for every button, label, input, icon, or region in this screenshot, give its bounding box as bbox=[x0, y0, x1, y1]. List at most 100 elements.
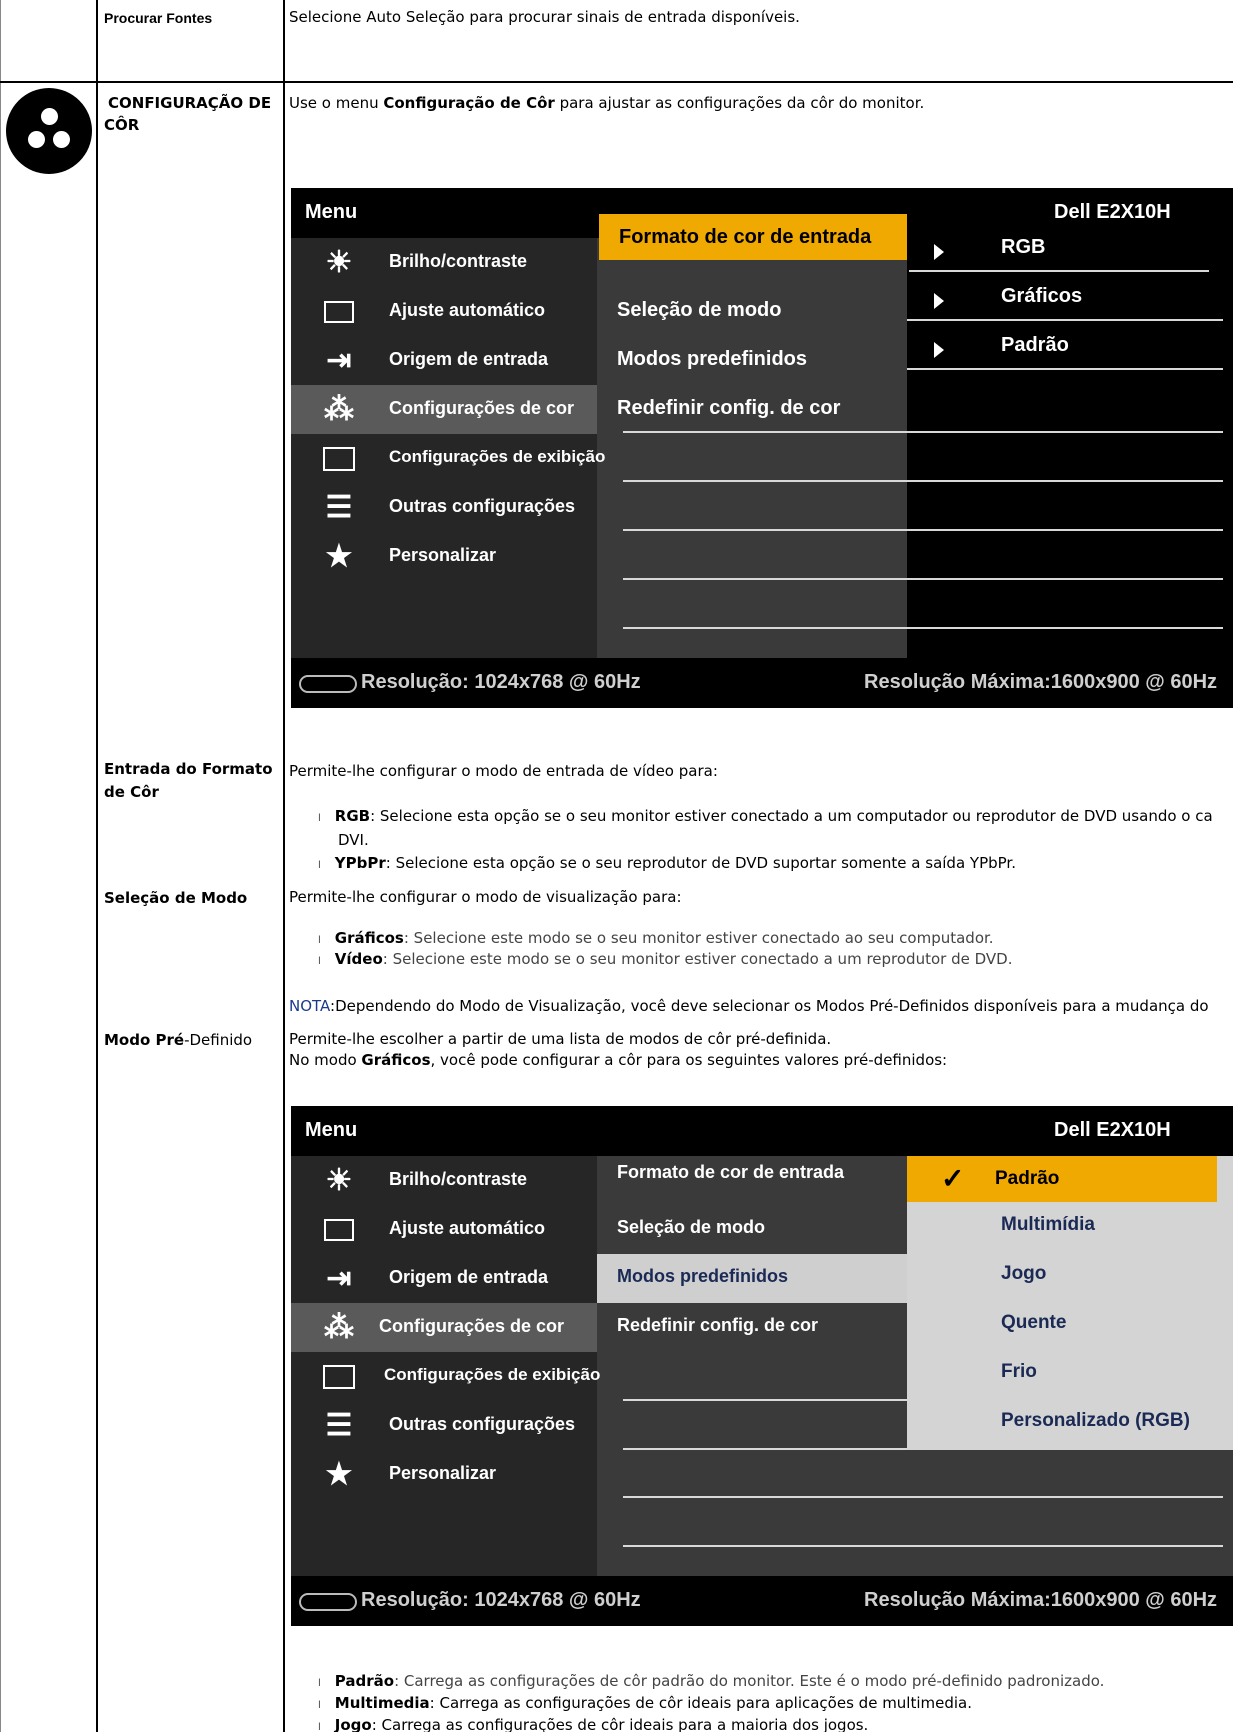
section-desc-suffix: para ajustar as configurações da côr do … bbox=[554, 94, 925, 112]
menu-item-ajuste[interactable]: Ajuste automático bbox=[291, 287, 597, 336]
menu-item-origem[interactable]: ⇥ Origem de entrada bbox=[291, 1254, 597, 1303]
color-settings-icon bbox=[6, 88, 92, 174]
separator bbox=[909, 270, 1209, 272]
bullet-bold: Gráficos bbox=[334, 929, 404, 947]
menu-item-label: Ajuste automático bbox=[389, 300, 546, 320]
option-frio[interactable]: Frio bbox=[1001, 1361, 1037, 1383]
table-border-left bbox=[0, 0, 1, 1732]
separator bbox=[623, 1399, 907, 1401]
bullet-bold: Padrão bbox=[334, 1672, 395, 1690]
option-jogo[interactable]: Jogo bbox=[1001, 1263, 1046, 1285]
osd-model: Dell E2X10H bbox=[1054, 1119, 1171, 1141]
separator bbox=[623, 1545, 1223, 1547]
submenu-redefinir[interactable]: Redefinir config. de cor bbox=[597, 385, 907, 434]
menu-item-label: Configurações de exibição bbox=[389, 447, 606, 466]
submenu-modos[interactable]: Modos predefinidos bbox=[597, 336, 907, 385]
star-icon: ★ bbox=[325, 540, 353, 573]
menu-item-outras[interactable]: ☰ Outras configurações bbox=[291, 1401, 597, 1450]
bullet-multimedia: l Multimedia: Carrega as configurações de… bbox=[318, 1694, 973, 1712]
bullet-text: : Carrega as configurações de côr padrão… bbox=[394, 1672, 1105, 1690]
modo-line2-prefix: No modo bbox=[289, 1051, 362, 1069]
menu-item-ajuste[interactable]: Ajuste automático bbox=[291, 1205, 597, 1254]
selecao-label: Seleção de Modo bbox=[104, 889, 248, 907]
bullet-text: : Selecione esta opção se o seu reprodut… bbox=[385, 854, 1016, 872]
entrada-bullet-rgb: l RGB: Selecione esta opção se o seu moni… bbox=[318, 807, 1213, 825]
submenu-formato[interactable]: Formato de cor de entrada bbox=[599, 214, 907, 260]
separator bbox=[623, 529, 1223, 531]
osd-menu-title: Menu bbox=[305, 201, 358, 223]
max-resolution-text: Resolução Máxima:1600x900 @ 60Hz bbox=[864, 1589, 1218, 1611]
menu-item-label: Configurações de cor bbox=[379, 1316, 565, 1336]
bullet-text: : Selecione este modo se o seu monitor e… bbox=[403, 929, 994, 947]
modo-line1: Permite-lhe escolher a partir de uma lis… bbox=[289, 1030, 832, 1048]
submenu-redefinir[interactable]: Redefinir config. de cor bbox=[597, 1303, 907, 1352]
nota-text: :Dependendo do Modo de Visualização, voc… bbox=[330, 997, 1209, 1015]
display-icon bbox=[319, 1360, 359, 1394]
value-padrao: Padrão bbox=[1001, 334, 1069, 356]
modo-label-bold: Modo Pré bbox=[104, 1031, 185, 1049]
submenu-formato[interactable]: Formato de cor de entrada bbox=[597, 1156, 907, 1196]
auto-adjust-icon bbox=[319, 295, 359, 329]
separator bbox=[623, 431, 1223, 433]
menu-item-outras[interactable]: ☰ Outras configurações bbox=[291, 483, 597, 532]
osd-footer: Resolução: 1024x768 @ 60Hz Resolução Máx… bbox=[291, 658, 1233, 708]
auto-adjust-icon bbox=[319, 1213, 359, 1247]
separator bbox=[623, 480, 1223, 482]
menu-item-cor[interactable]: ⁂ Configurações de cor bbox=[291, 385, 597, 434]
max-resolution-text: Resolução Máxima:1600x900 @ 60Hz bbox=[864, 671, 1218, 693]
entrada-bullet-ypbpr: l YPbPr: Selecione esta opção se o seu re… bbox=[318, 854, 1016, 872]
menu-item-exibicao[interactable]: Configurações de exibição bbox=[291, 1352, 600, 1401]
menu-item-origem[interactable]: ⇥ Origem de entrada bbox=[291, 336, 597, 385]
bullet-text: : Selecione este modo se o seu monitor e… bbox=[382, 950, 1013, 968]
menu-item-brilho[interactable]: ☀ Brilho/contraste bbox=[291, 238, 597, 287]
procurar-fontes-label: Procurar Fontes bbox=[104, 10, 213, 26]
color-dots-icon: ⁂ bbox=[324, 393, 354, 426]
entrada-label: Entrada do Formato de Côr bbox=[104, 758, 273, 804]
bullet-bold: RGB bbox=[334, 807, 371, 825]
bullet-bold: Multimedia bbox=[334, 1694, 430, 1712]
arrow-right-icon bbox=[934, 244, 944, 260]
separator bbox=[907, 368, 1223, 370]
menu-item-label: Origem de entrada bbox=[389, 1267, 549, 1287]
separator bbox=[623, 1448, 907, 1450]
option-personalizado[interactable]: Personalizado (RGB) bbox=[1001, 1410, 1190, 1432]
procurar-fontes-desc: Selecione Auto Seleção para procurar sin… bbox=[289, 8, 800, 26]
entrada-bullet-rgb-wrap: DVI. bbox=[338, 831, 369, 849]
submenu-selecao[interactable]: Seleção de modo bbox=[597, 1205, 907, 1254]
table-divider-2 bbox=[283, 0, 285, 1732]
separator bbox=[623, 1496, 1223, 1498]
menu-item-label: Origem de entrada bbox=[389, 349, 549, 369]
modo-line2: No modo Gráficos, você pode configurar a… bbox=[289, 1049, 947, 1071]
section-label-line2: CÔR bbox=[104, 116, 140, 134]
option-label: Padrão bbox=[995, 1168, 1060, 1189]
submenu-modos[interactable]: Modos predefinidos bbox=[597, 1254, 907, 1303]
option-quente[interactable]: Quente bbox=[1001, 1312, 1066, 1334]
vga-connector-icon bbox=[299, 675, 357, 693]
menu-item-exibicao[interactable]: Configurações de exibição bbox=[291, 434, 605, 483]
selecao-intro: Permite-lhe configurar o modo de visuali… bbox=[289, 888, 682, 906]
menu-item-brilho[interactable]: ☀ Brilho/contraste bbox=[291, 1156, 597, 1205]
separator bbox=[623, 578, 1223, 580]
bullet-text: : Carrega as configurações de côr ideais… bbox=[429, 1694, 973, 1712]
menu-item-cor[interactable]: ⁂ Configurações de cor bbox=[291, 1303, 597, 1352]
separator bbox=[907, 319, 1223, 321]
bullet-bold: Vídeo bbox=[334, 950, 383, 968]
option-multimidia[interactable]: Multimídia bbox=[1001, 1214, 1095, 1236]
nota-label: NOTA bbox=[289, 997, 331, 1015]
input-source-icon: ⇥ bbox=[326, 344, 352, 377]
nota-line: NOTA:Dependendo do Modo de Visualização,… bbox=[289, 995, 1209, 1017]
osd-model: Dell E2X10H bbox=[1054, 201, 1171, 223]
option-padrao[interactable]: ✓ Padrão bbox=[907, 1156, 1217, 1202]
row-separator bbox=[0, 81, 1233, 83]
menu-item-personalizar[interactable]: ★ Personalizar bbox=[291, 532, 597, 581]
modo-line2-bold: Gráficos bbox=[361, 1051, 431, 1069]
menu-item-personalizar[interactable]: ★ Personalizar bbox=[291, 1450, 597, 1499]
submenu-label: Redefinir config. de cor bbox=[617, 397, 841, 419]
submenu-label: Modos predefinidos bbox=[617, 1266, 788, 1286]
value-graficos: Gráficos bbox=[1001, 285, 1083, 307]
osd-header: Menu Dell E2X10H bbox=[291, 1106, 1233, 1156]
menu-item-label: Brilho/contraste bbox=[389, 251, 528, 271]
sliders-icon: ☰ bbox=[325, 491, 353, 524]
submenu-selecao[interactable]: Seleção de modo bbox=[597, 287, 907, 336]
submenu-label: Formato de cor de entrada bbox=[617, 1162, 845, 1182]
